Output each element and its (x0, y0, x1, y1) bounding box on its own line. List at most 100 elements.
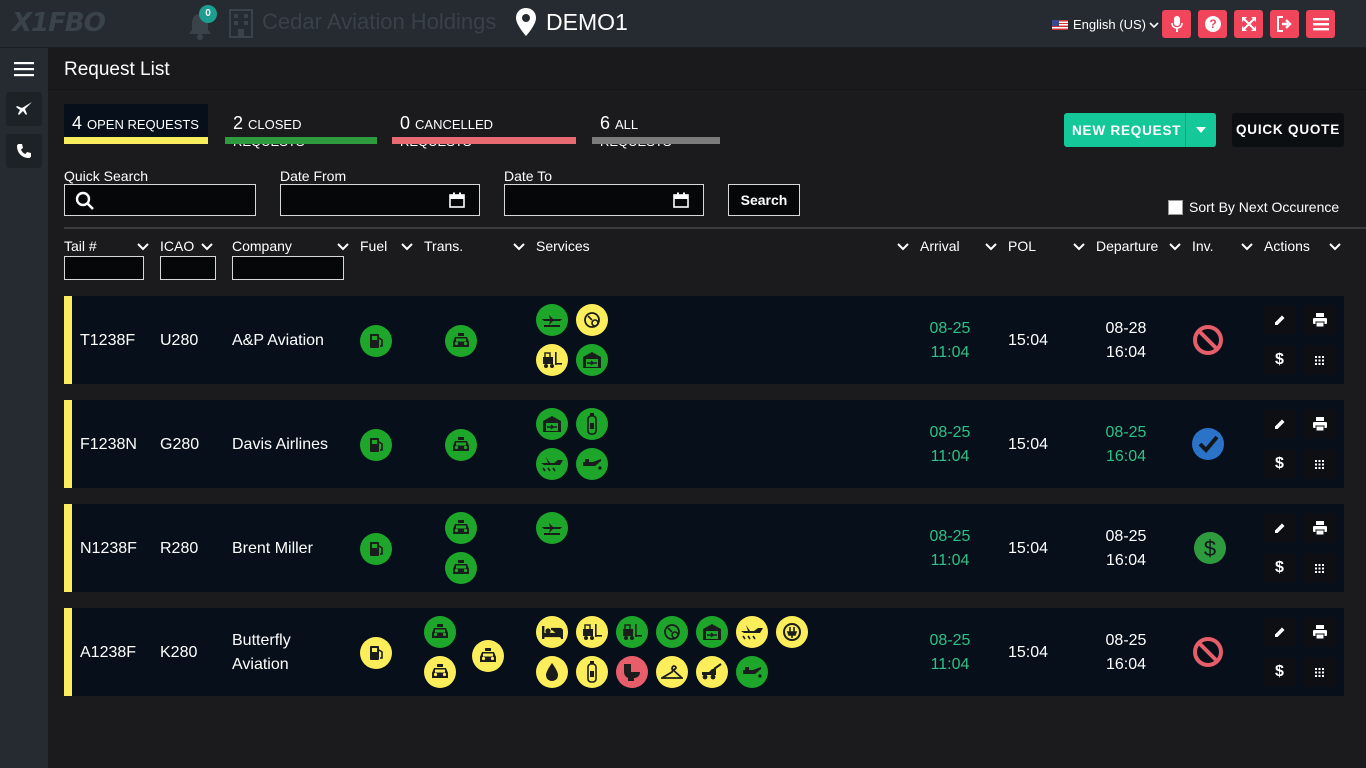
invoice-cancelled-icon[interactable] (1191, 323, 1225, 357)
billing-button[interactable]: $ (1264, 657, 1295, 687)
col-arrival[interactable]: Arrival (920, 238, 960, 254)
col-transport[interactable]: Trans. (424, 238, 463, 254)
lavatory-icon[interactable] (616, 656, 648, 688)
table-row[interactable]: A1238F K280 Butterfly Aviation 08-25 11:… (64, 608, 1344, 696)
col-pol[interactable]: POL (1008, 238, 1036, 254)
location-name[interactable]: DEMO1 (546, 9, 628, 36)
microphone-button[interactable] (1162, 10, 1191, 38)
col-company[interactable]: Company (232, 238, 292, 254)
taxi-icon[interactable] (445, 429, 477, 461)
print-button[interactable] (1304, 513, 1335, 543)
billing-button[interactable]: $ (1264, 345, 1295, 375)
fullscreen-button[interactable] (1234, 10, 1263, 38)
sidebar-item-flights[interactable] (6, 92, 42, 126)
water-icon[interactable] (536, 656, 568, 688)
taxi-icon[interactable] (445, 552, 477, 584)
tab-closed-requests[interactable]: 2CLOSED REQUESTS (225, 104, 377, 149)
aircraft-service-icon[interactable] (536, 304, 568, 336)
calendar-icon[interactable] (449, 192, 465, 208)
taxi-icon[interactable] (424, 616, 456, 648)
help-button[interactable]: ? (1198, 10, 1227, 38)
hangar-icon[interactable] (576, 344, 608, 376)
deice-icon[interactable] (536, 448, 568, 480)
tab-open-requests[interactable]: 4 OPEN REQUESTS (64, 104, 208, 144)
col-actions[interactable]: Actions (1264, 238, 1310, 254)
logout-button[interactable] (1270, 10, 1299, 38)
more-actions-button[interactable] (1304, 553, 1335, 583)
icao-filter-input[interactable] (160, 256, 216, 280)
search-button[interactable]: Search (728, 184, 800, 216)
taxi-icon[interactable] (445, 325, 477, 357)
sidebar-item-contacts[interactable] (6, 134, 42, 168)
deice-icon[interactable] (736, 616, 768, 648)
date-to-input[interactable] (504, 184, 704, 216)
print-button[interactable] (1304, 617, 1335, 647)
lodging-icon[interactable] (536, 616, 568, 648)
forklift-icon[interactable] (536, 344, 568, 376)
sidebar-toggle[interactable] (6, 52, 42, 86)
chevron-down-icon[interactable] (1168, 240, 1182, 254)
chevron-down-icon[interactable] (200, 240, 214, 254)
chevron-down-icon[interactable] (1072, 240, 1086, 254)
fuel-icon[interactable] (360, 637, 392, 669)
chevron-down-icon[interactable] (400, 240, 414, 254)
col-services[interactable]: Services (536, 238, 590, 254)
gpu-service-icon[interactable] (576, 304, 608, 336)
taxi-icon[interactable] (472, 640, 504, 672)
quick-quote-button[interactable]: QUICK QUOTE (1232, 113, 1344, 147)
hangar-icon[interactable] (696, 616, 728, 648)
chevron-down-icon[interactable] (1328, 240, 1342, 254)
oil-icon[interactable] (736, 656, 768, 688)
taxi-icon[interactable] (424, 656, 456, 688)
more-actions-button[interactable] (1304, 449, 1335, 479)
col-icao[interactable]: ICAO (160, 238, 194, 254)
table-row[interactable]: T1238F U280 A&P Aviation 08-25 11:04 15:… (64, 296, 1344, 384)
chevron-down-icon[interactable] (896, 240, 910, 254)
chevron-down-icon[interactable] (1240, 240, 1254, 254)
main-menu-button[interactable] (1306, 10, 1335, 38)
edit-button[interactable] (1264, 513, 1295, 543)
oxygen-icon[interactable] (576, 656, 608, 688)
oil-icon[interactable] (576, 448, 608, 480)
chevron-down-icon[interactable] (336, 240, 350, 254)
gpu-service-icon[interactable] (656, 616, 688, 648)
chevron-down-icon[interactable] (512, 240, 526, 254)
date-from-input[interactable] (280, 184, 480, 216)
tail-filter-input[interactable] (64, 256, 144, 280)
col-tail[interactable]: Tail # (64, 238, 97, 254)
oxygen-icon[interactable] (576, 408, 608, 440)
tow-icon[interactable] (696, 656, 728, 688)
edit-button[interactable] (1264, 409, 1295, 439)
hanger-icon[interactable] (656, 656, 688, 688)
company-filter-input[interactable] (232, 256, 344, 280)
print-button[interactable] (1304, 305, 1335, 335)
language-selector[interactable]: English (US) (1052, 17, 1159, 32)
fuel-icon[interactable] (360, 533, 392, 565)
chevron-down-icon[interactable] (136, 240, 150, 254)
fuel-icon[interactable] (360, 325, 392, 357)
power-icon[interactable] (776, 616, 808, 648)
print-button[interactable] (1304, 409, 1335, 439)
table-row[interactable]: F1238N G280 Davis Airlines 08-25 11:04 1… (64, 400, 1344, 488)
edit-button[interactable] (1264, 305, 1295, 335)
sort-checkbox[interactable] (1168, 199, 1183, 215)
forklift-icon[interactable] (576, 616, 608, 648)
more-actions-button[interactable] (1304, 345, 1335, 375)
col-fuel[interactable]: Fuel (360, 238, 387, 254)
organization-name[interactable]: Cedar Aviation Holdings (262, 9, 496, 35)
calendar-icon[interactable] (673, 192, 689, 208)
hangar-icon[interactable] (536, 408, 568, 440)
app-logo[interactable]: X1FBO (12, 8, 106, 38)
edit-button[interactable] (1264, 617, 1295, 647)
invoice-cancelled-icon[interactable] (1191, 635, 1225, 669)
forklift-icon[interactable] (616, 616, 648, 648)
tab-all-requests[interactable]: 6ALL REQUESTS (592, 104, 720, 149)
chevron-down-icon[interactable] (984, 240, 998, 254)
quick-search-input[interactable] (64, 184, 256, 216)
table-row[interactable]: N1238F R280 Brent Miller 08-25 11:04 15:… (64, 504, 1344, 592)
fuel-icon[interactable] (360, 429, 392, 461)
billing-button[interactable]: $ (1264, 553, 1295, 583)
col-invoice[interactable]: Inv. (1192, 238, 1214, 254)
invoice-paid-icon[interactable] (1191, 427, 1225, 461)
sort-next-occurrence[interactable]: Sort By Next Occurence (1168, 199, 1339, 215)
